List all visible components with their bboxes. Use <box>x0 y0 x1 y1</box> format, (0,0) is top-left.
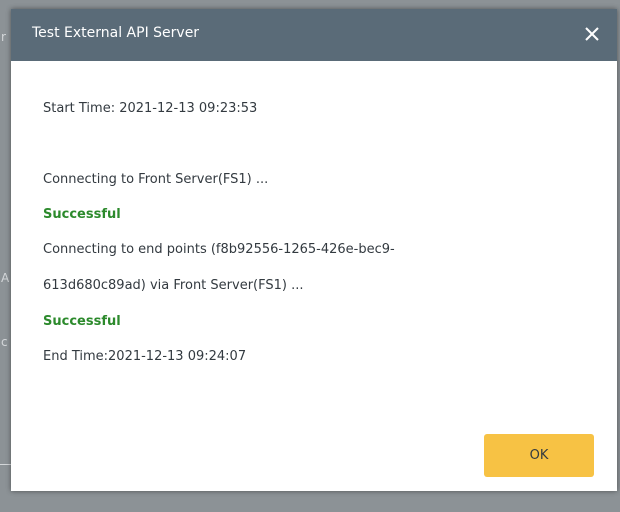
dialog-titlebar: Test External API Server <box>11 9 617 61</box>
test-api-server-dialog: Test External API Server Start Time: 202… <box>11 9 617 491</box>
ok-button[interactable]: OK <box>484 434 594 477</box>
end-time-text: End Time:2021-12-13 09:24:07 <box>43 349 247 364</box>
background-glyph: r <box>1 30 6 44</box>
dialog-title: Test External API Server <box>32 25 200 41</box>
start-time-text: Start Time: 2021-12-13 09:23:53 <box>43 101 258 116</box>
connecting-endpoints-text-1: Connecting to end points (f8b92556-1265-… <box>43 242 395 257</box>
connecting-front-server-text: Connecting to Front Server(FS1) ... <box>43 172 269 187</box>
success-status-2: Successful <box>43 314 121 329</box>
close-icon <box>585 27 599 41</box>
background-glyph: A <box>1 271 10 285</box>
connecting-endpoints-text-2: 613d680c89ad) via Front Server(FS1) ... <box>43 278 304 293</box>
close-button[interactable] <box>579 21 605 47</box>
success-status-1: Successful <box>43 207 121 222</box>
background-glyph: c <box>1 335 8 349</box>
